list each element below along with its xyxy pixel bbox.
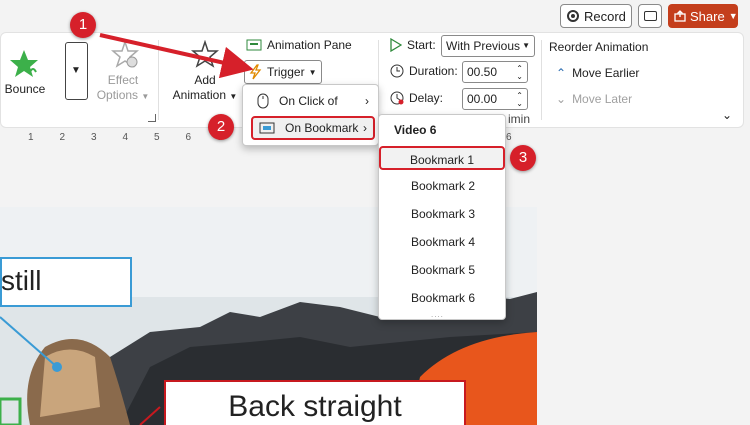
animation-pane-button[interactable]: Animation Pane	[246, 38, 352, 52]
menu-item-on-click-of[interactable]: On Click of ›	[251, 89, 375, 113]
ruler-tick-label: 4	[122, 132, 129, 143]
bookmark-item[interactable]: Bookmark 4	[379, 230, 507, 254]
bookmark-submenu: Video 6 Bookmark 1 Bookmark 2 Bookmark 3…	[378, 114, 506, 320]
group-separator	[158, 40, 159, 120]
timing-group-label: imin	[508, 112, 531, 126]
bookmark-video-icon	[259, 122, 275, 134]
spin-down-icon[interactable]: ⌄	[516, 73, 523, 81]
ruler-tick-label: 3	[91, 132, 97, 143]
bookmark-item[interactable]: Bookmark 6	[379, 286, 507, 310]
step-badge-1: 1	[70, 12, 96, 38]
chevron-down-icon: ⌄	[556, 92, 567, 106]
callout-back-straight[interactable]: Back straight	[164, 380, 466, 425]
bookmark-item[interactable]: Bookmark 5	[379, 258, 507, 282]
record-icon	[567, 10, 579, 22]
chevron-down-icon: ▼	[522, 41, 530, 50]
start-row: Start:	[390, 38, 436, 52]
trigger-menu: On Click of › On Bookmark ›	[242, 84, 379, 146]
record-button[interactable]: Record	[560, 4, 632, 28]
bookmark-item[interactable]: Bookmark 2	[379, 174, 507, 198]
lightning-icon	[249, 64, 262, 80]
reorder-animation-heading: Reorder Animation	[549, 40, 649, 54]
bounce-star-icon	[10, 50, 38, 77]
chevron-right-icon: ›	[363, 121, 367, 135]
chevron-down-icon: ▼	[71, 65, 81, 76]
group-separator	[541, 40, 542, 120]
share-label: Share	[690, 8, 725, 24]
title-bar: Record Share ▼	[0, 0, 750, 32]
start-select[interactable]: With Previous ▼	[441, 35, 535, 57]
record-label: Record	[584, 8, 626, 24]
trigger-button[interactable]: Trigger ▼	[244, 60, 322, 84]
ruler-tick-label: 5	[154, 132, 160, 143]
duration-row: Duration:	[390, 64, 458, 78]
share-button[interactable]: Share ▼	[668, 4, 738, 28]
add-animation-button[interactable]: Add Animation ▼	[168, 73, 242, 104]
bookmark-item[interactable]: Bookmark 3	[379, 202, 507, 226]
delay-row: Delay:	[390, 91, 443, 105]
clock-icon	[390, 64, 404, 78]
submenu-header: Video 6	[394, 123, 437, 137]
effect-options-icon	[110, 39, 140, 73]
ruler-tick-label: 6	[185, 132, 192, 143]
gallery-more-button[interactable]: ▼	[65, 42, 88, 100]
bounce-label: Bounce	[4, 82, 46, 96]
callout-still[interactable]: still	[0, 257, 132, 307]
bookmark-item[interactable]: Bookmark 1	[379, 146, 505, 170]
ruler-tick-label: 1	[28, 132, 34, 143]
move-earlier-button[interactable]: ⌃ Move Earlier	[556, 66, 639, 80]
add-animation-icon	[190, 39, 220, 73]
move-later-button[interactable]: ⌄ Move Later	[556, 92, 632, 106]
resize-grip-icon[interactable]: ....	[431, 310, 444, 319]
dialog-launcher-icon[interactable]	[148, 114, 156, 122]
ruler-tick-label: 2	[59, 132, 66, 143]
delay-clock-icon	[390, 91, 404, 105]
menu-item-on-bookmark[interactable]: On Bookmark ›	[251, 116, 375, 140]
animation-pane-icon	[246, 39, 262, 51]
chevron-down-icon: ▼	[728, 11, 738, 21]
chevron-up-icon: ⌃	[556, 66, 567, 80]
share-icon	[674, 10, 686, 22]
duration-input[interactable]: 00.50 ⌃ ⌄	[462, 61, 528, 83]
comments-button[interactable]	[638, 4, 662, 28]
effect-options-button[interactable]: Effect Options ▼	[96, 73, 150, 104]
chevron-down-icon: ▼	[308, 67, 317, 77]
step-badge-3: 3	[510, 145, 536, 171]
step-badge-2: 2	[208, 114, 234, 140]
chevron-down-icon[interactable]: ⌄	[722, 108, 732, 122]
mouse-icon	[257, 93, 269, 109]
spin-down-icon[interactable]: ⌄	[516, 100, 523, 108]
chevron-right-icon: ›	[365, 94, 369, 108]
delay-input[interactable]: 00.00 ⌃ ⌄	[462, 88, 528, 110]
play-icon	[390, 38, 402, 52]
